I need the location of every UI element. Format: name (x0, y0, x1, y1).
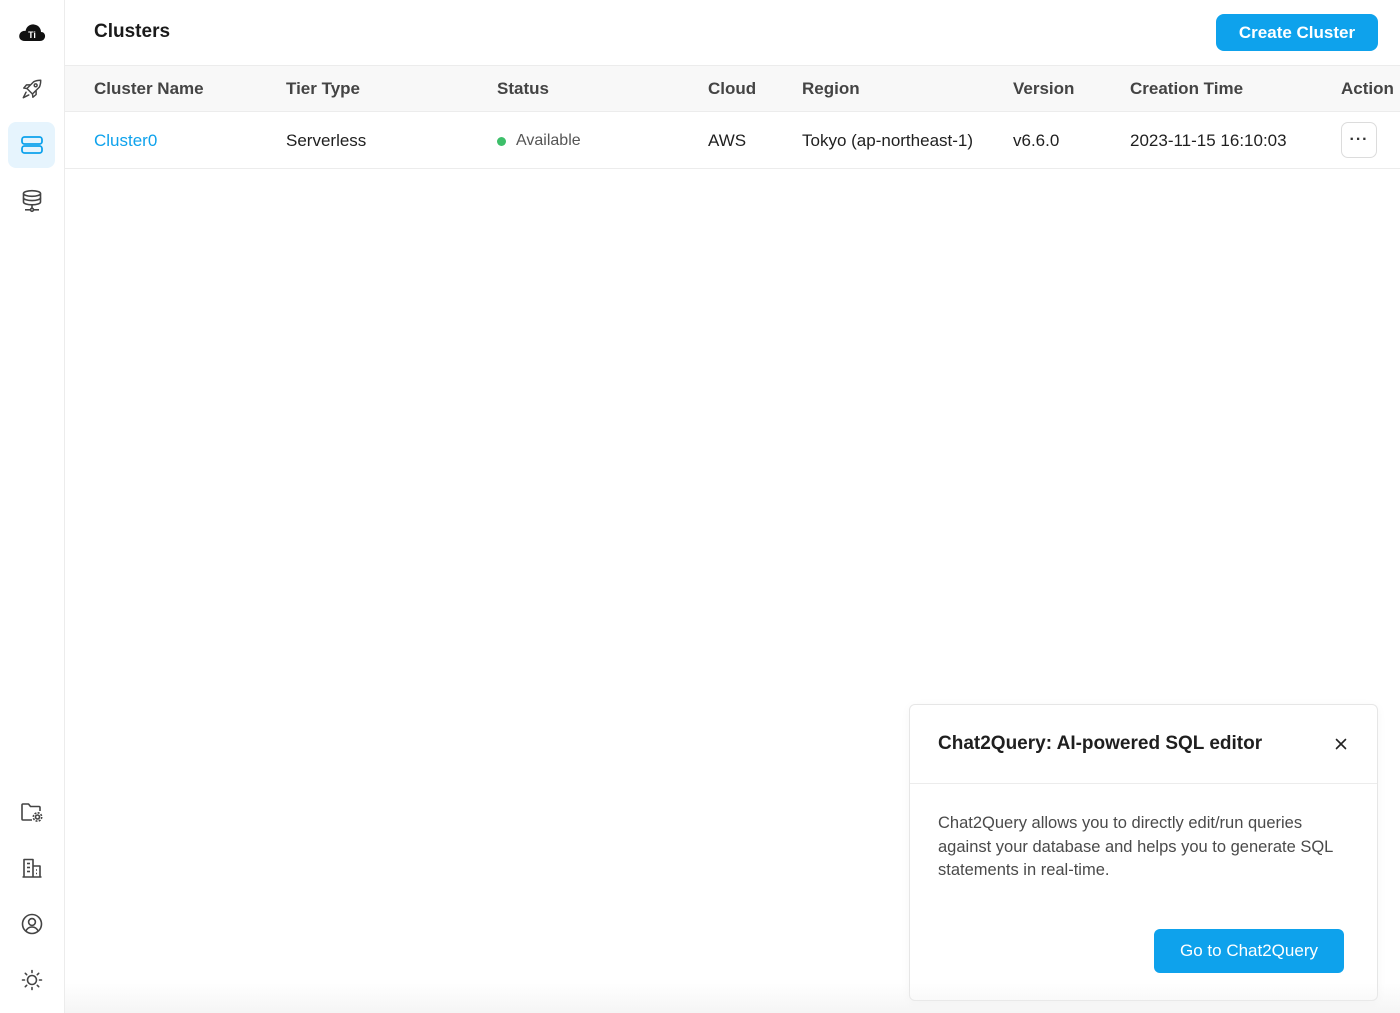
status-cell: Available (497, 132, 581, 150)
column-header-region: Region (802, 79, 860, 98)
clusters-icon[interactable] (8, 122, 55, 168)
svg-text:Ti: Ti (28, 30, 36, 40)
chat2query-popup: Chat2Query: AI-powered SQL editor Chat2Q… (909, 704, 1378, 1001)
popup-header: Chat2Query: AI-powered SQL editor (910, 705, 1377, 784)
column-header-creation-time: Creation Time (1130, 79, 1244, 98)
column-header-version: Version (1013, 79, 1075, 98)
column-header-cluster-name: Cluster Name (94, 79, 204, 98)
cloud-cell: AWS (708, 131, 747, 150)
folder-settings-icon[interactable] (8, 789, 55, 835)
rocket-icon[interactable] (8, 66, 55, 112)
database-network-icon[interactable] (8, 178, 55, 224)
page-header: Clusters Create Cluster (65, 0, 1400, 66)
close-icon[interactable] (1331, 734, 1351, 754)
creation-time-cell: 2023-11-15 16:10:03 (1130, 131, 1287, 150)
column-header-cloud: Cloud (708, 79, 757, 98)
column-header-status: Status (497, 79, 549, 98)
status-text: Available (516, 132, 581, 149)
page-title: Clusters (94, 21, 171, 42)
column-header-tier-type: Tier Type (286, 79, 361, 98)
cloud-logo-icon[interactable]: Ti (8, 10, 55, 56)
user-circle-icon[interactable] (8, 901, 55, 947)
tier-type-cell: Serverless (286, 131, 367, 150)
sidebar: Ti (0, 0, 65, 1013)
version-cell: v6.6.0 (1013, 131, 1060, 150)
status-dot-icon (497, 136, 506, 146)
building-icon[interactable] (8, 845, 55, 891)
create-cluster-button[interactable]: Create Cluster (1216, 14, 1378, 51)
region-cell: Tokyo (ap-northeast-1) (802, 131, 974, 150)
popup-title: Chat2Query: AI-powered SQL editor (938, 733, 1263, 754)
popup-description: Chat2Query allows you to directly edit/r… (938, 814, 1333, 879)
more-actions-button[interactable]: ··· (1341, 122, 1377, 158)
column-header-action: Action (1341, 79, 1394, 98)
table-header: Cluster Name Tier Type Status Cloud Regi… (65, 66, 1400, 112)
go-to-chat2query-button[interactable]: Go to Chat2Query (1154, 929, 1344, 973)
cluster-name-link[interactable]: Cluster0 (94, 131, 157, 151)
sun-icon[interactable] (8, 957, 55, 1003)
table-row: Cluster0 Serverless Available AWS Tokyo … (65, 112, 1400, 169)
